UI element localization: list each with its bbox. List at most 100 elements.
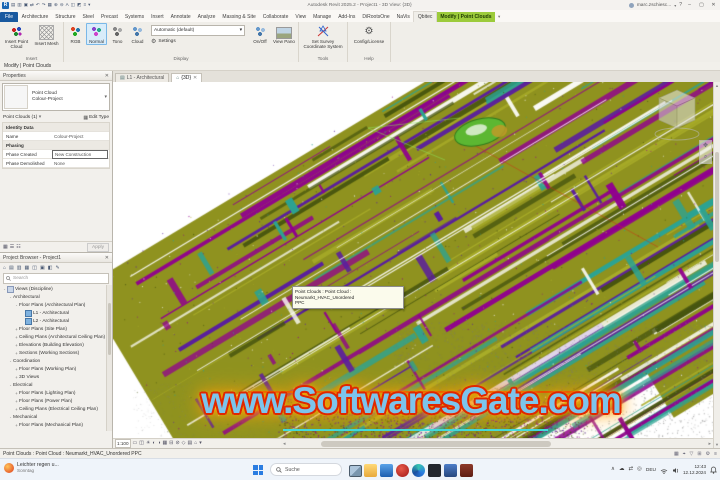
- sync-icon[interactable]: ⇄: [30, 2, 34, 8]
- visual-style-icon[interactable]: ◫: [139, 441, 144, 446]
- new-icon[interactable]: ▤: [11, 2, 15, 8]
- ribbon-tab-dirootsone[interactable]: DiRootsOne: [359, 12, 393, 22]
- apply-button[interactable]: Apply: [87, 242, 109, 252]
- ribbon-tab-massing-site[interactable]: Massing & Site: [219, 12, 259, 22]
- save-icon[interactable]: ▣: [24, 2, 28, 8]
- mic-icon[interactable]: ◎: [637, 467, 642, 473]
- ribbon-tab-manage[interactable]: Manage: [310, 12, 335, 22]
- render-icon[interactable]: ◑: [157, 441, 160, 446]
- browser-families-icon[interactable]: ◫: [32, 265, 37, 271]
- tree-item-electrical[interactable]: - Electrical: [0, 381, 112, 389]
- temporary-hide-icon[interactable]: ⊘: [175, 441, 179, 446]
- filter-icon[interactable]: ≡: [714, 451, 717, 457]
- tree-item-sections-working-sections-[interactable]: + Sections (Working Sections): [0, 349, 112, 357]
- undo-icon[interactable]: ↶: [36, 2, 40, 8]
- config-license-button[interactable]: ⚙ Config/License: [350, 23, 388, 45]
- clock[interactable]: 12:43 12.12.2024: [683, 464, 706, 475]
- outlook-icon[interactable]: [380, 464, 393, 477]
- select-pinned-icon[interactable]: ⊞: [697, 451, 701, 457]
- tree-item-architectural[interactable]: - Architectural: [0, 293, 112, 301]
- user-avatar[interactable]: [628, 2, 634, 8]
- rgb-button[interactable]: RGB: [66, 23, 85, 45]
- tree-item-floor-plans-mechanical-plan-[interactable]: + Floor Plans (Mechanical Plan): [0, 421, 112, 429]
- file-explorer-icon[interactable]: [364, 464, 377, 477]
- tono-button[interactable]: Tono: [108, 23, 127, 45]
- sun-path-icon[interactable]: ☀: [146, 441, 150, 446]
- tree-item-l1-architectural[interactable]: L1 - Architectural: [0, 309, 112, 317]
- insert-point-cloud-button[interactable]: Insert Point Cloud: [2, 23, 31, 51]
- revit-app-icon[interactable]: R: [2, 1, 9, 9]
- normal-button[interactable]: Normal: [86, 23, 107, 46]
- tree-item-floor-plans-architectural-plan[interactable]: - Floor Plans (Architectural Plan): [0, 301, 112, 309]
- tree-item-floor-plans-lighting-plan-[interactable]: + Floor Plans (Lighting Plan): [0, 389, 112, 397]
- properties-help-icons[interactable]: ▦☰☷: [3, 244, 23, 250]
- settings-button[interactable]: ⚙ Settings: [151, 38, 245, 45]
- browser-edit-icon[interactable]: ✎: [55, 265, 59, 271]
- task-view-icon[interactable]: [349, 465, 362, 477]
- worksets-icon[interactable]: ▦: [674, 451, 679, 457]
- ribbon-tab-add-ins[interactable]: Add-Ins: [335, 12, 359, 22]
- display-mode-dropdown[interactable]: Automatic (default) ▾: [151, 25, 245, 36]
- open-icon[interactable]: ▥: [17, 2, 21, 8]
- close-icon[interactable]: ✕: [105, 255, 109, 261]
- terminal-app-icon[interactable]: [428, 464, 441, 477]
- ribbon-tab-precast[interactable]: Precast: [97, 12, 121, 22]
- reveal-hidden-icon[interactable]: ◇: [182, 441, 186, 446]
- browser-search-input[interactable]: Search: [3, 273, 109, 284]
- browser-groups-icon[interactable]: ▣: [40, 265, 45, 271]
- property-value[interactable]: Colour-Project: [52, 134, 109, 139]
- language-indicator[interactable]: DEU: [646, 468, 656, 473]
- weather-widget[interactable]: Leichter regen u... Sonntag: [4, 462, 59, 473]
- drawing-area[interactable]: www.SoftwaresGate.com Point Clouds : Poi…: [113, 82, 713, 448]
- ribbon-tab-qbitec[interactable]: Qbitec: [413, 11, 437, 22]
- tree-item-mechanical[interactable]: - Mechanical: [0, 413, 112, 421]
- shadows-icon[interactable]: ◐: [152, 441, 155, 446]
- browser-schedules-icon[interactable]: ▦: [25, 265, 30, 271]
- zoom-icon[interactable]: ⌕: [700, 152, 711, 163]
- text-icon[interactable]: A: [66, 2, 69, 8]
- design-options-icon[interactable]: ⌖: [683, 451, 686, 457]
- measure-icon[interactable]: ⊕: [54, 2, 58, 8]
- ribbon-tab-view[interactable]: View: [292, 12, 310, 22]
- more-icon[interactable]: ▾: [199, 441, 202, 446]
- ribbon-tab-collaborate[interactable]: Collaborate: [259, 12, 292, 22]
- property-value[interactable]: New Construction: [52, 149, 108, 159]
- tree-item-elevations-building-elevation-[interactable]: + Elevations (Building Elevation): [0, 341, 112, 349]
- property-row[interactable]: Name Colour-Project: [3, 132, 109, 141]
- crop-region-icon[interactable]: ⊟: [169, 441, 173, 446]
- ribbon-tab-annotate[interactable]: Annotate: [167, 12, 194, 22]
- horizontal-scrollbar[interactable]: ◂ ▸: [281, 438, 713, 448]
- view-cube[interactable]: [651, 84, 703, 144]
- library-app-icon[interactable]: [460, 464, 473, 477]
- property-row[interactable]: Phase Created New Construction: [3, 149, 109, 159]
- ribbon-tab-analyze[interactable]: Analyze: [194, 12, 219, 22]
- tree-item-ceiling-plans-architectural-ce[interactable]: + Ceiling Plans (Architectural Ceiling Pl…: [0, 333, 112, 341]
- close-button[interactable]: ✕: [709, 2, 718, 8]
- close-icon[interactable]: ✕: [193, 75, 197, 81]
- speaker-icon[interactable]: [672, 467, 679, 474]
- tree-item-ceiling-plans-electrical-ceili[interactable]: + Ceiling Plans (Electrical Ceiling Plan): [0, 405, 112, 413]
- restore-button[interactable]: ▢: [697, 2, 706, 8]
- print-icon[interactable]: ▦: [48, 2, 52, 8]
- view-tab-l1-architectural[interactable]: ▤ L1 - Architectural: [115, 73, 170, 82]
- property-value[interactable]: None: [52, 161, 109, 166]
- type-selector[interactable]: Point Cloud Colour-Project ▾: [2, 83, 110, 111]
- 3d-view-icon[interactable]: ◫: [71, 2, 75, 8]
- navigation-bar[interactable]: ✥ ⌕: [699, 140, 712, 164]
- worksharing-icon[interactable]: ▤: [188, 441, 193, 446]
- instance-filter[interactable]: Point Clouds (1) ▾: [3, 115, 41, 120]
- section-icon[interactable]: ◩: [77, 2, 81, 8]
- ribbon-tab-architecture[interactable]: Architecture: [18, 12, 52, 22]
- ribbon-tab-systems[interactable]: Systems: [121, 12, 147, 22]
- select-links-icon[interactable]: ▽: [690, 451, 694, 457]
- tree-item-coordination[interactable]: - Coordination: [0, 357, 112, 365]
- ribbon-tab-steel[interactable]: Steel: [79, 12, 97, 22]
- tree-item-views-discipline-[interactable]: - Views (Discipline): [0, 285, 112, 293]
- browser-sheets-icon[interactable]: ▥: [17, 265, 22, 271]
- insert-mesh-button[interactable]: Insert Mesh: [32, 23, 61, 47]
- tree-item-floor-plans-site-plan-[interactable]: + Floor Plans (Site Plan): [0, 325, 112, 333]
- property-row[interactable]: Phase Demolished None: [3, 159, 109, 168]
- wifi-icon[interactable]: [660, 467, 668, 474]
- tray-expand-icon[interactable]: ∧: [611, 467, 615, 473]
- edit-type-button[interactable]: ▦ Edit Type: [83, 115, 109, 121]
